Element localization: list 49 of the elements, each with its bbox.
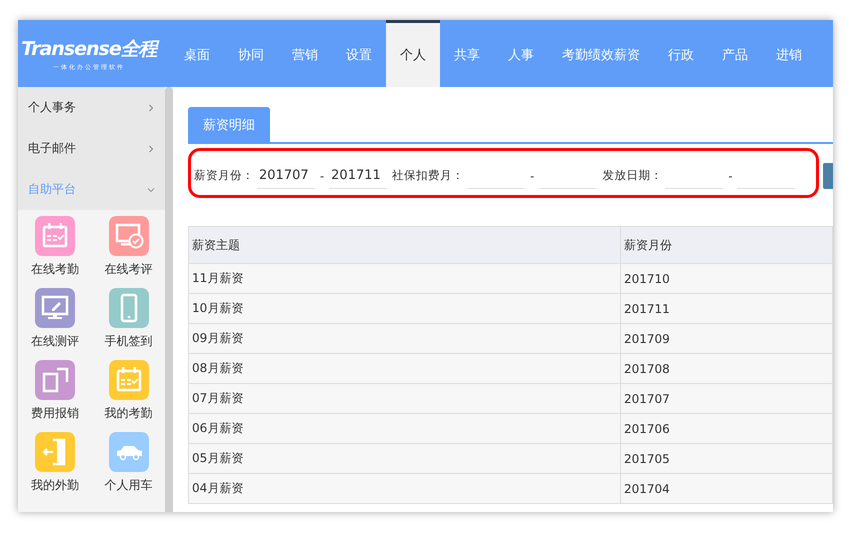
table-cell: 201711 — [620, 294, 832, 324]
table-cell: 11月薪资 — [188, 264, 620, 294]
filter-label: 薪资月份： — [194, 168, 254, 183]
squares-app-icon[interactable] — [35, 360, 75, 400]
table-cell: 201706 — [620, 414, 832, 444]
column-header: 薪资主题 — [188, 226, 620, 264]
column-header: 薪资月份 — [620, 226, 832, 264]
app-label[interactable]: 手机签到 — [104, 333, 152, 350]
app-label[interactable]: 我的外勤 — [31, 477, 79, 494]
logo-text: Transense全程 — [21, 36, 157, 62]
filter-label: 发放日期： — [602, 168, 662, 183]
app-label[interactable]: 在线测评 — [31, 333, 79, 350]
calendar-app-icon[interactable] — [108, 360, 148, 400]
table-cell: 07月薪资 — [188, 384, 620, 414]
app-label[interactable]: 在线考评 — [104, 261, 152, 278]
table-cell: 201708 — [620, 354, 832, 384]
table-cell: 06月薪资 — [188, 414, 620, 444]
sidebar-item-label: 电子邮件 — [28, 140, 76, 157]
table-cell: 04月薪资 — [188, 474, 620, 504]
sidebar-item[interactable]: 电子邮件 — [18, 128, 165, 169]
range-separator: - — [320, 168, 324, 182]
table-cell: 10月薪资 — [188, 294, 620, 324]
scrollbar[interactable] — [165, 87, 173, 512]
calendar-app-icon[interactable] — [35, 216, 75, 256]
table-cell: 05月薪资 — [188, 444, 620, 474]
app-label[interactable]: 个人用车 — [104, 477, 152, 494]
table-cell: 201707 — [620, 384, 832, 414]
door-app-icon[interactable] — [35, 432, 75, 472]
table-cell: 201710 — [620, 264, 832, 294]
table-cell: 08月薪资 — [188, 354, 620, 384]
table-cell: 201705 — [620, 444, 832, 474]
phone-app-icon[interactable] — [108, 288, 148, 328]
range-separator: - — [530, 168, 534, 182]
app-label[interactable]: 我的考勤 — [104, 405, 152, 422]
car-app-icon[interactable] — [108, 432, 148, 472]
sidebar-item[interactable]: 个人事务 — [18, 87, 165, 128]
table-cell: 201704 — [620, 474, 832, 504]
filter-label: 社保扣费月： — [392, 168, 464, 183]
monitor-check-app-icon[interactable] — [108, 216, 148, 256]
app-label[interactable]: 在线考勤 — [31, 261, 79, 278]
range-separator: - — [728, 168, 732, 182]
table-cell: 09月薪资 — [188, 324, 620, 354]
monitor-pen-app-icon[interactable] — [35, 288, 75, 328]
nav-tab[interactable]: 个人 — [386, 20, 440, 87]
search-button[interactable] — [823, 162, 833, 188]
app-label[interactable]: 费用报销 — [31, 405, 79, 422]
sidebar-item-label: 个人事务 — [28, 99, 76, 116]
table-cell: 201709 — [620, 324, 832, 354]
sidebar-item-label: 自助平台 — [28, 181, 76, 198]
